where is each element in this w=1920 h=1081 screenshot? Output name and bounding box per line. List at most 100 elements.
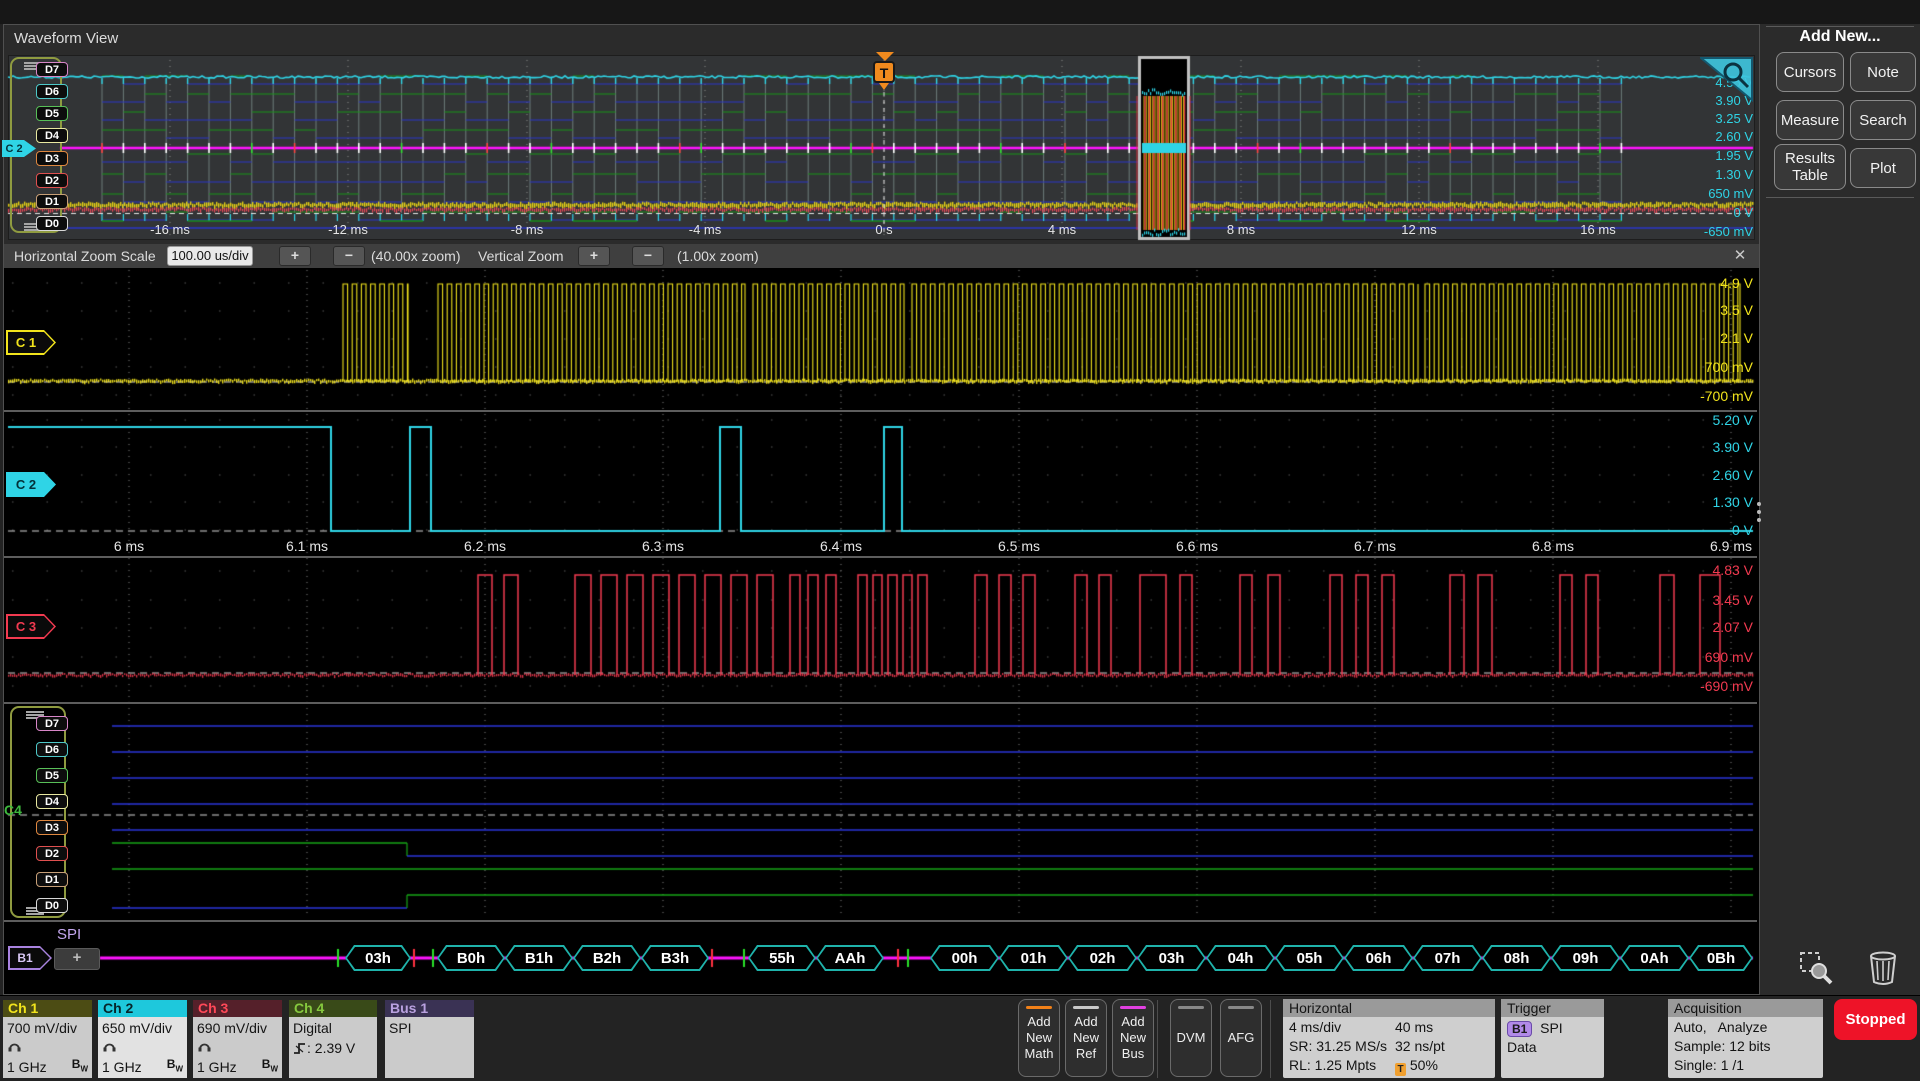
afg-button[interactable]: AFG (1220, 999, 1262, 1077)
bus-packet: B2h (573, 945, 641, 971)
h-window: 40 ms (1395, 1019, 1433, 1035)
overview-digital-label-d2[interactable]: D2 (36, 173, 68, 188)
close-icon[interactable]: ✕ (1730, 246, 1750, 264)
v-zoom-factor: (1.00x zoom) (677, 248, 759, 264)
trash-icon[interactable] (1864, 948, 1902, 991)
bus-packet: 04h (1206, 945, 1275, 971)
axis-label: 3.45 V (1713, 592, 1753, 608)
overview-zoom-icon[interactable] (1700, 56, 1754, 107)
probe-icon (197, 1039, 212, 1055)
ch2-bandwidth: 1 GHz (102, 1059, 142, 1075)
digital-label-d4[interactable]: D4 (36, 794, 68, 809)
bus-packet: 06h (1344, 945, 1413, 971)
add-new-ref-button[interactable]: Add New Ref (1065, 999, 1107, 1077)
overview-digital-label-d7[interactable]: D7 (36, 62, 68, 77)
h-zoom-scale-value[interactable]: 100.00 us/div (167, 246, 253, 266)
overview-digital-label-d6[interactable]: D6 (36, 84, 68, 99)
digital-label-d5[interactable]: D5 (36, 768, 68, 783)
zoom-window-handle[interactable] (1137, 56, 1190, 240)
channel-badge-ch1[interactable]: Ch 1 700 mV/div 1 GHz BW (3, 1000, 92, 1078)
run-stop-status[interactable]: Stopped (1834, 999, 1917, 1040)
add-new-title: Add New... (1760, 28, 1920, 46)
bus-packet: 0Bh (1689, 945, 1753, 971)
zoom-time-label: 6.6 ms (1165, 538, 1229, 554)
horizontal-title: Horizontal (1283, 999, 1495, 1017)
ch1-bandwidth: 1 GHz (7, 1059, 47, 1075)
digital-label-d3[interactable]: D3 (36, 820, 68, 835)
trigger-position-icon: T (1395, 1063, 1406, 1076)
ch4-threshold: : 2.39 V (307, 1040, 355, 1056)
bus-packet: B1h (505, 945, 573, 971)
channel-badge-ch2[interactable]: Ch 2 650 mV/div 1 GHz BW (98, 1000, 187, 1078)
digital-label-d0[interactable]: D0 (36, 898, 68, 913)
overview-digital-label-d0[interactable]: D0 (36, 216, 68, 231)
overview-time-label: -16 ms (138, 222, 202, 237)
add-new-bus-button[interactable]: Add New Bus (1112, 999, 1154, 1077)
bus-packet-value: 02h (1068, 945, 1137, 971)
add-new-measure-button[interactable]: Measure (1776, 100, 1844, 140)
bus-add-button[interactable]: + (54, 948, 100, 970)
add-new-plot-button[interactable]: Plot (1850, 148, 1916, 188)
v-zoom-plus-button[interactable]: + (578, 246, 610, 266)
channel-badge-ch3[interactable]: Ch 3 690 mV/div 1 GHz BW (193, 1000, 282, 1078)
horizontal-panel[interactable]: Horizontal 4 ms/div 40 ms SR: 31.25 MS/s… (1283, 999, 1495, 1078)
h-record-length: RL: 1.25 Mpts (1289, 1057, 1376, 1073)
digital-label-d7[interactable]: D7 (36, 716, 68, 731)
v-zoom-minus-button[interactable]: − (632, 246, 664, 266)
trigger-marker[interactable]: T (873, 61, 895, 83)
h-zoom-scale-label: Horizontal Zoom Scale (14, 248, 156, 264)
add-new-math-button[interactable]: Add New Math (1018, 999, 1060, 1077)
bus-packet-value: 09h (1551, 945, 1620, 971)
zoom-time-label: 6.8 ms (1521, 538, 1585, 554)
ch1-scale: 700 mV/div (7, 1020, 77, 1036)
overview-channel-badge-c2[interactable]: C 2 (2, 140, 36, 157)
bus-badge-b1[interactable]: B1 (8, 946, 52, 970)
overview-digital-label-d1[interactable]: D1 (36, 194, 68, 209)
bus-packet-value: B1h (505, 945, 573, 971)
menu-bar (0, 0, 1920, 24)
bottom-status-bar (0, 995, 1920, 1081)
add-new-cursors-button[interactable]: Cursors (1776, 52, 1844, 92)
channel-badge-ch4[interactable]: Ch 4 Digital : 2.39 V (289, 1000, 377, 1078)
bus-packet-value: 05h (1275, 945, 1344, 971)
bus-packet: 00h (930, 945, 999, 971)
add-new-search-button[interactable]: Search (1850, 100, 1916, 140)
overview-time-label: -8 ms (495, 222, 559, 237)
acquisition-panel[interactable]: Acquisition Auto, Analyze Sample: 12 bit… (1668, 999, 1823, 1078)
digital-label-d6[interactable]: D6 (36, 742, 68, 757)
dvm-button[interactable]: DVM (1170, 999, 1212, 1077)
h-scale: 4 ms/div (1289, 1019, 1341, 1035)
h-zoom-minus-button[interactable]: − (333, 246, 365, 266)
add-new-results-table-button[interactable]: Results Table (1774, 144, 1846, 190)
zoom-graticule[interactable] (4, 268, 1759, 994)
overview-time-label: 16 ms (1566, 222, 1630, 237)
bus-packet: 02h (1068, 945, 1137, 971)
zoom-select-icon[interactable] (1798, 950, 1834, 991)
channel-badge-c3[interactable]: C 3 (6, 614, 56, 639)
digital-label-d1[interactable]: D1 (36, 872, 68, 887)
acq-sample: Sample: 12 bits (1674, 1038, 1771, 1054)
bus-packet: 08h (1482, 945, 1551, 971)
overview-volt-label: 0 V (1733, 205, 1753, 220)
zoom-toolbar (4, 244, 1759, 268)
bus-packet: 09h (1551, 945, 1620, 971)
bus-packet-value: 07h (1413, 945, 1482, 971)
channel-badge-c1[interactable]: C 1 (6, 330, 56, 355)
overview-digital-label-d4[interactable]: D4 (36, 128, 68, 143)
edge-threshold-icon (293, 1040, 307, 1056)
digital-group-badge-c4[interactable]: C4 (4, 802, 22, 818)
divider (1766, 197, 1914, 198)
overview-digital-label-d3[interactable]: D3 (36, 151, 68, 166)
add-new-note-button[interactable]: Note (1850, 52, 1916, 92)
bus-packet-value: 06h (1344, 945, 1413, 971)
acq-single: Single: 1 /1 (1674, 1057, 1744, 1073)
bus-badge-bus1[interactable]: Bus 1 SPI (385, 1000, 474, 1078)
bus-packet: 01h (999, 945, 1068, 971)
zoom-time-label: 6.3 ms (631, 538, 695, 554)
overview-digital-label-d5[interactable]: D5 (36, 106, 68, 121)
splitter-handle[interactable] (1757, 498, 1761, 526)
h-zoom-plus-button[interactable]: + (279, 246, 311, 266)
channel-badge-c2[interactable]: C 2 (6, 472, 56, 497)
trigger-panel[interactable]: Trigger B1 SPI Data (1501, 999, 1604, 1078)
digital-label-d2[interactable]: D2 (36, 846, 68, 861)
